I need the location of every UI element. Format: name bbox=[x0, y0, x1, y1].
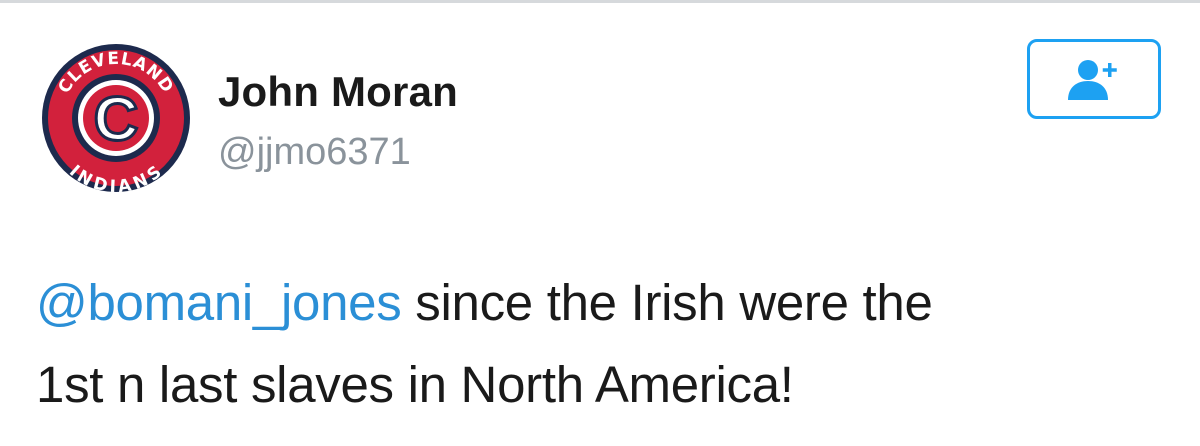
tweet-card: CLEVELAND INDIANS C John Moran @jjmo6371… bbox=[0, 0, 1200, 446]
follow-button[interactable] bbox=[1027, 39, 1161, 119]
mention-link[interactable]: @bomani_jones bbox=[36, 274, 402, 331]
cleveland-indians-logo-icon: CLEVELAND INDIANS C bbox=[42, 44, 190, 194]
add-user-icon bbox=[1068, 60, 1117, 100]
top-divider bbox=[0, 0, 1200, 3]
avatar[interactable]: CLEVELAND INDIANS C bbox=[40, 42, 192, 194]
author-display-name[interactable]: John Moran bbox=[218, 68, 458, 116]
author-handle[interactable]: @jjmo6371 bbox=[218, 130, 458, 174]
logo-center-letter: C bbox=[94, 85, 139, 154]
tweet-text-line2: 1st n last slaves in North America! bbox=[36, 356, 794, 413]
tweet-author: John Moran @jjmo6371 bbox=[218, 68, 458, 174]
tweet-text: @bomani_jones since the Irish were the 1… bbox=[36, 262, 1176, 426]
tweet-text-line1: since the Irish were the bbox=[401, 274, 933, 331]
